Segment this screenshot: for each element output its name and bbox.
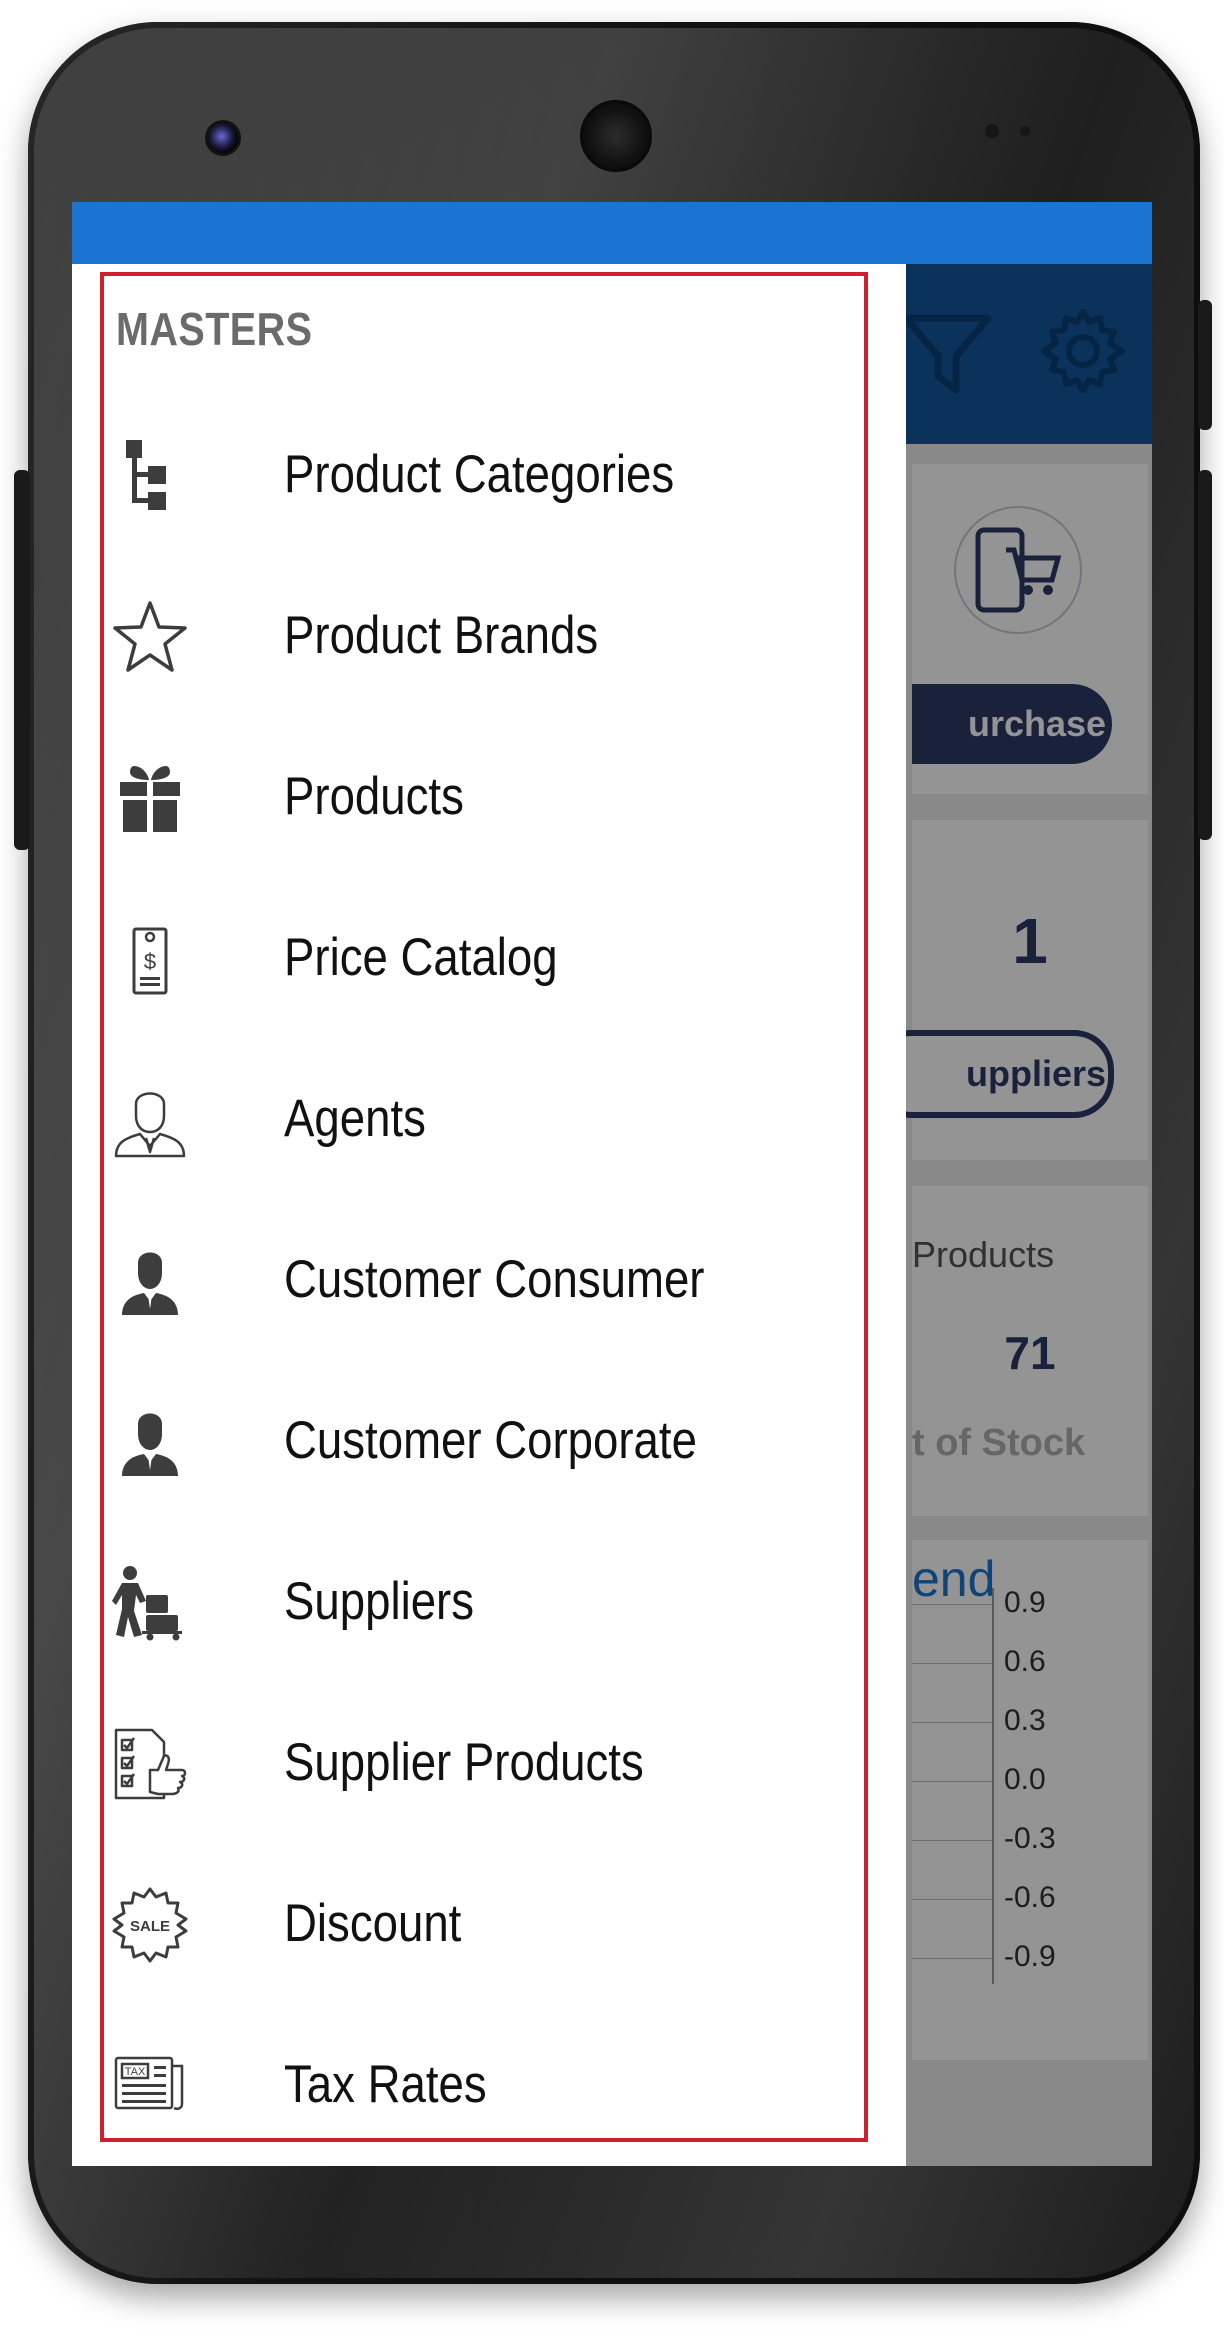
sensor xyxy=(985,124,999,138)
front-camera xyxy=(205,120,241,156)
sensor xyxy=(1020,126,1030,136)
highlight-box xyxy=(100,272,868,2142)
side-button-right-upper xyxy=(1198,300,1212,430)
volume-button-left xyxy=(14,470,30,850)
navigation-drawer: MASTERS Product Categories Product Brand… xyxy=(72,264,906,2166)
earpiece-speaker xyxy=(580,100,652,172)
status-bar xyxy=(72,202,1152,264)
phone-screen: urchase 1 uppliers Products 71 t of Stoc… xyxy=(72,202,1152,2166)
side-button-right-lower xyxy=(1198,470,1212,840)
